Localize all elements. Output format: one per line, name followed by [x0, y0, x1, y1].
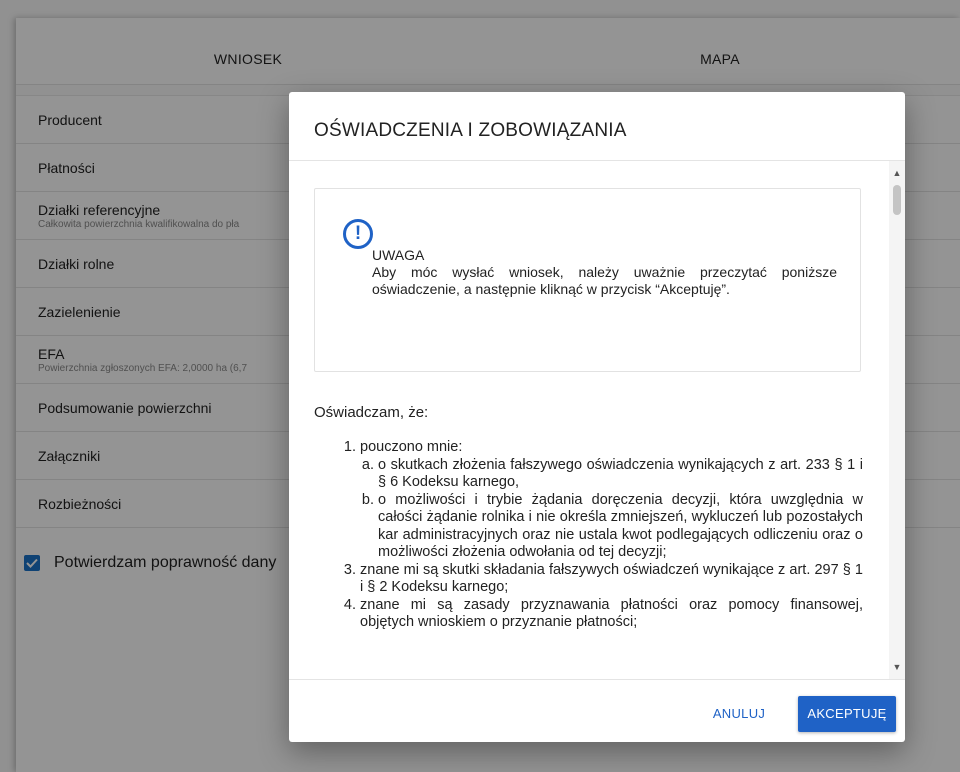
declaration-intro: Oświadczam, że: [314, 404, 429, 421]
declaration-subitem: a. o skutkach złożenia fałszywego oświad… [352, 457, 863, 492]
chevron-up-icon[interactable]: ▲ [889, 165, 905, 181]
declaration-item: 1. pouczono mnie: [334, 439, 863, 457]
item-number: 1. [343, 439, 356, 455]
item-text: pouczono mnie: [360, 439, 463, 455]
item-text: znane mi są skutki składania fałszywych … [360, 561, 863, 596]
warning-title: UWAGA [372, 247, 425, 263]
vertical-scrollbar[interactable]: ▲ ▼ [889, 161, 905, 679]
declaration-list: 1. pouczono mnie: a. o skutkach złożenia… [314, 439, 863, 632]
exclamation-circle-icon: ! [343, 219, 373, 249]
warning-box: ! UWAGA Aby móc wysłać wniosek, należy u… [314, 188, 861, 372]
item-text: znane mi są zasady przyznawania płatnośc… [360, 596, 863, 631]
scrollbar-thumb[interactable] [893, 185, 901, 215]
warning-text: Aby móc wysłać wniosek, należy uważnie p… [372, 264, 837, 297]
item-number: 3. [343, 561, 356, 578]
chevron-down-icon[interactable]: ▼ [889, 659, 905, 675]
warning-text-block: UWAGA Aby móc wysłać wniosek, należy uwa… [372, 247, 837, 298]
item-number: 4. [343, 596, 356, 613]
cancel-button[interactable]: ANULUJ [709, 696, 769, 732]
declaration-subitem: b. o możliwości i trybie żądania doręcze… [352, 492, 863, 562]
declaration-item: 3. znane mi są skutki składania fałszywy… [334, 562, 863, 597]
dialog-scroll-area[interactable]: ! UWAGA Aby móc wysłać wniosek, należy u… [289, 160, 905, 680]
item-text: o możliwości i trybie żądania doręczenia… [378, 491, 863, 561]
declaration-dialog: OŚWIADCZENIA I ZOBOWIĄZANIA ! UWAGA Aby … [289, 92, 905, 742]
item-text: o skutkach złożenia fałszywego oświadcze… [378, 456, 863, 491]
accept-button[interactable]: AKCEPTUJĘ [798, 696, 896, 732]
item-number: b. [361, 491, 374, 508]
declaration-item: 4. znane mi są zasady przyznawania płatn… [334, 597, 863, 632]
dialog-content: ! UWAGA Aby móc wysłać wniosek, należy u… [314, 188, 863, 632]
item-number: a. [361, 456, 374, 473]
dialog-title: OŚWIADCZENIA I ZOBOWIĄZANIA [314, 120, 627, 141]
